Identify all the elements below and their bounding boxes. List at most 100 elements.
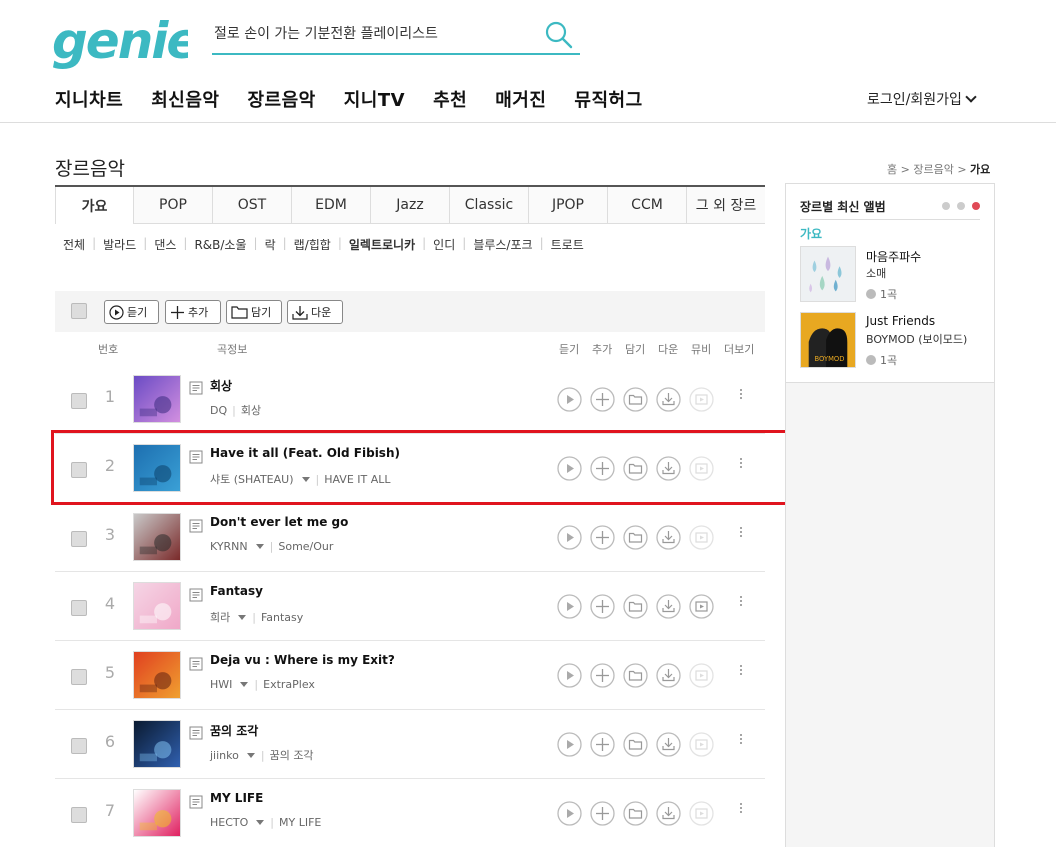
song-checkbox[interactable]: [71, 738, 87, 754]
listen-selected-button[interactable]: 듣기: [104, 300, 159, 324]
play-icon[interactable]: [557, 387, 582, 412]
song-checkbox[interactable]: [71, 669, 87, 685]
tab-kpop[interactable]: 가요: [55, 187, 134, 224]
add-icon[interactable]: [590, 387, 615, 412]
nav-genie-tv[interactable]: 지니TV: [344, 86, 405, 112]
folder-icon[interactable]: [623, 387, 648, 412]
subgenre-electronica[interactable]: 일렉트로니카: [349, 236, 415, 253]
song-artist[interactable]: HECTO: [210, 816, 248, 829]
save-selected-button[interactable]: 담기: [226, 300, 282, 324]
folder-icon[interactable]: [623, 801, 648, 826]
more-options-icon[interactable]: [739, 663, 743, 683]
tab-other-genres[interactable]: 그 외 장르: [687, 187, 765, 224]
lyrics-icon[interactable]: [189, 519, 203, 533]
nav-music-hug[interactable]: 뮤직허그: [574, 86, 642, 112]
nav-magazine[interactable]: 매거진: [495, 86, 546, 112]
more-options-icon[interactable]: [739, 387, 743, 407]
add-icon[interactable]: [590, 594, 615, 619]
song-title[interactable]: 꿈의 조각: [210, 722, 258, 739]
album-title[interactable]: Just Friends: [866, 314, 935, 328]
tab-jazz[interactable]: Jazz: [371, 187, 450, 224]
folder-icon[interactable]: [623, 594, 648, 619]
nav-genre-music[interactable]: 장르음악: [248, 86, 316, 112]
artist-menu-icon[interactable]: [255, 544, 264, 549]
tab-edm[interactable]: EDM: [292, 187, 371, 224]
add-icon[interactable]: [590, 801, 615, 826]
genie-logo[interactable]: genie: [52, 10, 188, 70]
play-icon[interactable]: [557, 801, 582, 826]
download-icon[interactable]: [656, 525, 681, 550]
album-thumbnail[interactable]: [133, 375, 181, 423]
lyrics-icon[interactable]: [189, 588, 203, 602]
folder-icon[interactable]: [623, 525, 648, 550]
add-icon[interactable]: [590, 732, 615, 757]
album-artist[interactable]: 소매: [866, 265, 976, 281]
song-checkbox[interactable]: [71, 600, 87, 616]
tab-pop[interactable]: POP: [134, 187, 213, 224]
tab-ccm[interactable]: CCM: [608, 187, 687, 224]
song-album[interactable]: Some/Our: [278, 540, 333, 553]
album-cover[interactable]: BOYMOD: [800, 312, 856, 368]
song-title[interactable]: MY LIFE: [210, 791, 263, 805]
subgenre-dance[interactable]: 댄스: [154, 236, 176, 253]
subgenre-ballad[interactable]: 발라드: [103, 236, 136, 253]
nav-new-music[interactable]: 최신음악: [151, 86, 219, 112]
nav-chart[interactable]: 지니차트: [55, 86, 123, 112]
song-checkbox[interactable]: [71, 807, 87, 823]
login-menu[interactable]: 로그인/회원가입: [867, 89, 977, 109]
song-album[interactable]: MY LIFE: [279, 816, 321, 829]
song-album[interactable]: 회상: [241, 402, 261, 418]
subgenre-all[interactable]: 전체: [63, 236, 85, 253]
subgenre-rock[interactable]: 락: [265, 236, 276, 253]
add-icon[interactable]: [590, 663, 615, 688]
song-title[interactable]: Don't ever let me go: [210, 515, 348, 529]
song-album[interactable]: Fantasy: [261, 611, 303, 624]
album-thumbnail[interactable]: [133, 720, 181, 768]
add-icon[interactable]: [590, 525, 615, 550]
album-item[interactable]: 마음주파수 소매 1곡: [800, 246, 985, 302]
album-cover[interactable]: [800, 246, 856, 302]
folder-icon[interactable]: [623, 663, 648, 688]
artist-menu-icon[interactable]: [246, 752, 255, 758]
download-icon[interactable]: [656, 387, 681, 412]
album-thumbnail[interactable]: [133, 513, 181, 561]
play-icon[interactable]: [557, 594, 582, 619]
song-artist[interactable]: HWI: [210, 678, 232, 691]
song-title[interactable]: Fantasy: [210, 584, 263, 598]
more-options-icon[interactable]: [739, 801, 743, 821]
tab-jpop[interactable]: JPOP: [529, 187, 608, 224]
carousel-dot[interactable]: [942, 202, 950, 210]
song-artist[interactable]: KYRNN: [210, 540, 248, 553]
search-icon[interactable]: [544, 20, 574, 50]
lyrics-icon[interactable]: [189, 381, 203, 395]
lyrics-icon[interactable]: [189, 657, 203, 671]
subgenre-trot[interactable]: 트로트: [551, 236, 584, 253]
song-title[interactable]: Deja vu : Where is my Exit?: [210, 653, 395, 667]
add-selected-button[interactable]: 추가: [165, 300, 221, 324]
album-thumbnail[interactable]: [133, 789, 181, 837]
song-title[interactable]: 회상: [210, 377, 232, 394]
breadcrumb-home[interactable]: 홈: [887, 163, 897, 176]
carousel-dot[interactable]: [957, 202, 965, 210]
more-options-icon[interactable]: [739, 732, 743, 752]
subgenre-blues-folk[interactable]: 블루스/포크: [473, 236, 532, 253]
download-icon[interactable]: [656, 594, 681, 619]
song-artist[interactable]: jiinko: [210, 749, 239, 762]
nav-recommend[interactable]: 추천: [433, 86, 467, 112]
tab-ost[interactable]: OST: [213, 187, 292, 224]
song-checkbox[interactable]: [71, 531, 87, 547]
song-artist[interactable]: 희라: [210, 609, 230, 625]
more-options-icon[interactable]: [739, 594, 743, 614]
song-album[interactable]: 꿈의 조각: [270, 747, 314, 763]
carousel-dot-active[interactable]: [972, 202, 980, 210]
subgenre-rnb[interactable]: R&B/소울: [194, 236, 246, 253]
tab-classic[interactable]: Classic: [450, 187, 529, 224]
song-checkbox[interactable]: [71, 393, 87, 409]
song-artist[interactable]: DQ: [210, 404, 227, 417]
play-icon[interactable]: [557, 663, 582, 688]
artist-menu-icon[interactable]: [256, 820, 265, 825]
play-icon[interactable]: [557, 732, 582, 757]
artist-menu-icon[interactable]: [238, 614, 247, 620]
download-selected-button[interactable]: 다운: [287, 300, 343, 324]
album-item[interactable]: BOYMOD Just Friends BOYMOD (보이모드) 1곡: [800, 312, 985, 368]
